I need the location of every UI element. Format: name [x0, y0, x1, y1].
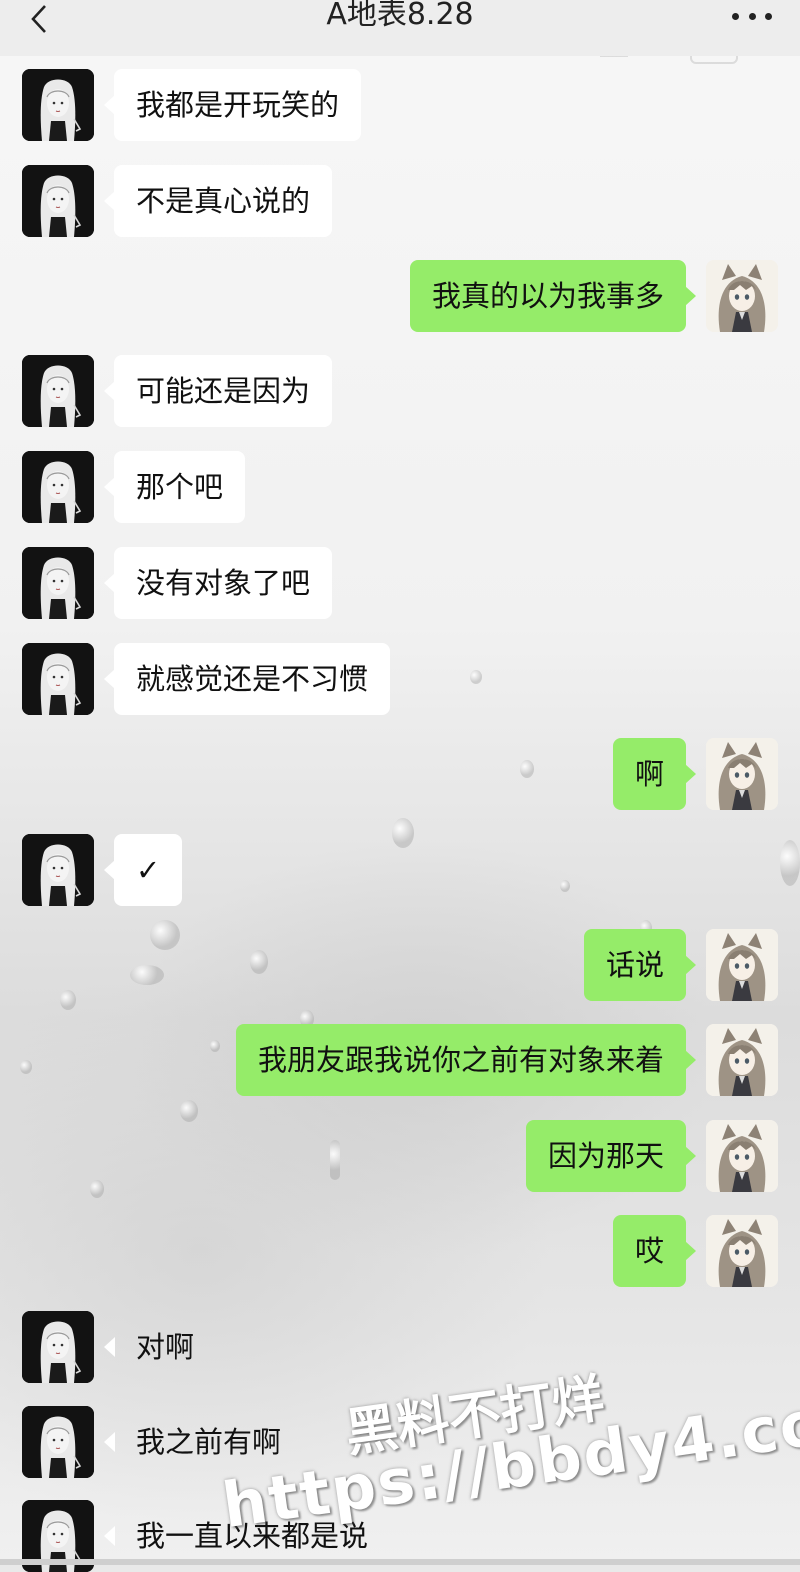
contact-avatar[interactable]	[22, 1311, 94, 1383]
contact-avatar[interactable]	[22, 834, 94, 906]
contact-avatar[interactable]	[22, 69, 94, 141]
self-avatar[interactable]	[706, 738, 778, 810]
bottom-edge	[0, 1559, 800, 1565]
message-bubble[interactable]: 哎	[612, 1215, 697, 1287]
outgoing-message: 啊	[0, 738, 800, 810]
contact-avatar[interactable]	[22, 451, 94, 523]
message-bubble[interactable]: 话说	[583, 929, 697, 1001]
incoming-message: 对啊	[0, 1311, 800, 1383]
message-bubble[interactable]: 啊	[612, 738, 697, 810]
contact-avatar[interactable]	[22, 547, 94, 619]
message-bubble[interactable]: 因为那天	[525, 1120, 697, 1192]
outgoing-message: 因为那天	[0, 1120, 800, 1192]
outgoing-message: 我朋友跟我说你之前有对象来着	[0, 1024, 800, 1096]
contact-avatar[interactable]	[22, 165, 94, 237]
contact-avatar[interactable]	[22, 1406, 94, 1478]
message-bubble[interactable]: 可能还是因为	[103, 355, 333, 427]
incoming-message: ✓	[0, 834, 800, 906]
outgoing-message: 我真的以为我事多	[0, 260, 800, 332]
message-bubble[interactable]: 那个吧	[103, 451, 246, 523]
contact-avatar[interactable]	[22, 355, 94, 427]
self-avatar[interactable]	[706, 1024, 778, 1096]
incoming-message: 没有对象了吧	[0, 547, 800, 619]
self-avatar[interactable]	[706, 929, 778, 1001]
self-avatar[interactable]	[706, 1120, 778, 1192]
more-dots-icon[interactable]	[732, 10, 772, 22]
message-bubble[interactable]: 没有对象了吧	[103, 547, 333, 619]
chat-title: A地表8.28	[326, 0, 474, 32]
message-bubble[interactable]: 我真的以为我事多	[409, 260, 697, 332]
message-bubble[interactable]: 对啊	[103, 1311, 216, 1383]
outgoing-message: 哎	[0, 1215, 800, 1287]
incoming-message: 那个吧	[0, 451, 800, 523]
raindrop	[180, 1100, 198, 1122]
self-avatar[interactable]	[706, 260, 778, 332]
incoming-message: 可能还是因为	[0, 355, 800, 427]
incoming-message: 就感觉还是不习惯	[0, 643, 800, 715]
message-bubble[interactable]: 就感觉还是不习惯	[103, 643, 391, 715]
incoming-message: 不是真心说的	[0, 165, 800, 237]
message-bubble[interactable]: 我朋友跟我说你之前有对象来着	[235, 1024, 697, 1096]
message-bubble[interactable]: ✓	[103, 834, 183, 906]
message-bubble[interactable]: 不是真心说的	[103, 165, 333, 237]
message-bubble[interactable]: 我都是开玩笑的	[103, 69, 362, 141]
self-avatar[interactable]	[706, 1215, 778, 1287]
incoming-message: 我都是开玩笑的	[0, 69, 800, 141]
navigation-bar: A地表8.28	[0, 0, 800, 56]
contact-avatar[interactable]	[22, 643, 94, 715]
outgoing-message: 话说	[0, 929, 800, 1001]
